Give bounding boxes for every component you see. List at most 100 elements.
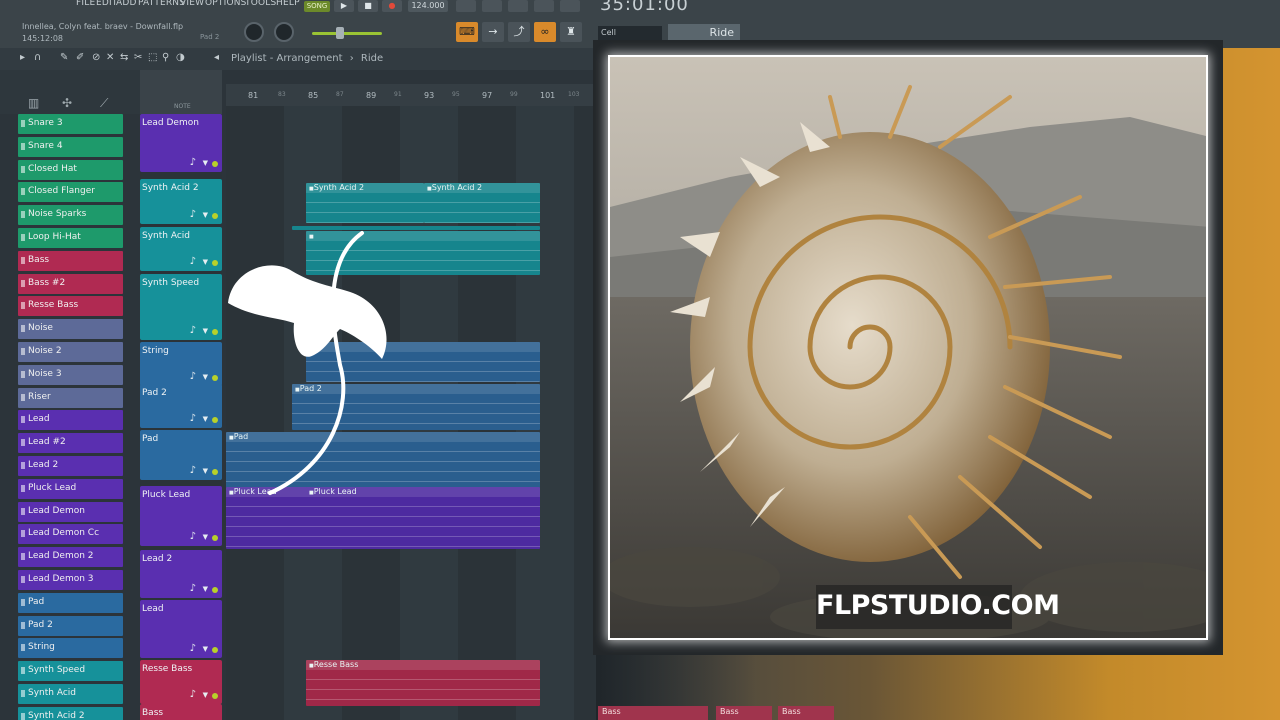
playback-icon[interactable]: ◑: [176, 52, 185, 63]
channel-synth-speed[interactable]: Synth Speed: [18, 661, 123, 682]
channel-bass[interactable]: Bass: [18, 250, 123, 271]
chevron-down-icon[interactable]: ▼: [203, 415, 208, 423]
master-volume-slider[interactable]: [312, 32, 382, 35]
slip-icon[interactable]: ⇆: [120, 52, 128, 63]
channel-lead-demon-3[interactable]: Lead Demon 3: [18, 570, 123, 590]
master-volume-thumb[interactable]: [336, 27, 344, 39]
channel-lead-demon[interactable]: Lead Demon: [18, 501, 123, 522]
chevron-down-icon[interactable]: ▼: [203, 258, 208, 266]
magnet-icon[interactable]: ∩: [34, 52, 41, 63]
channel-snare-4[interactable]: Snare 4: [18, 136, 123, 157]
stop-button[interactable]: ■: [358, 0, 378, 12]
playlist-options-icon[interactable]: ▸: [20, 52, 25, 63]
menu-patterns[interactable]: PATTERNS: [138, 0, 185, 8]
chevron-down-icon[interactable]: ▼: [203, 467, 208, 475]
note-icon[interactable]: ♪: [190, 413, 196, 424]
select-icon[interactable]: ⬚: [148, 52, 157, 63]
menu-view[interactable]: VIEW: [180, 0, 204, 8]
menu-file[interactable]: FILE: [76, 0, 95, 8]
chevron-down-icon[interactable]: ▼: [203, 533, 208, 541]
arrow-right-icon[interactable]: →: [482, 22, 504, 42]
track-enable-led[interactable]: [212, 647, 218, 653]
automation-icon[interactable]: ⟋: [100, 96, 108, 111]
waveform-icon[interactable]: ✣: [62, 96, 72, 110]
note-icon[interactable]: ♪: [190, 689, 196, 700]
note-icon[interactable]: ♪: [190, 465, 196, 476]
channel-lead-2[interactable]: Lead 2: [18, 456, 123, 476]
step-edit-button[interactable]: [482, 0, 502, 12]
chevron-down-icon[interactable]: ▼: [203, 211, 208, 219]
pattern-clip[interactable]: Resse Bass: [306, 660, 540, 706]
hat-icon[interactable]: ♜: [560, 22, 582, 42]
tempo-display[interactable]: 124.000: [408, 0, 448, 12]
channel-lead[interactable]: Lead: [18, 410, 123, 431]
delete-icon[interactable]: ⊘: [92, 52, 100, 63]
breadcrumb-current[interactable]: Ride: [361, 53, 383, 64]
track-header-synth-speed[interactable]: Synth Speed ♪ ▼: [140, 274, 222, 340]
channel-snare-3[interactable]: Snare 3: [18, 114, 123, 134]
channel-noise-3[interactable]: Noise 3: [18, 364, 123, 385]
metronome-button[interactable]: [508, 0, 528, 12]
menu-tools[interactable]: TOOLS: [245, 0, 276, 8]
channel-pad[interactable]: Pad: [18, 592, 123, 613]
track-enable-led[interactable]: [212, 535, 218, 541]
timeline-ruler[interactable]: 81 83 85 87 89 91 93 95 97 99 101 103: [226, 84, 596, 106]
master-volume-knob[interactable]: [244, 22, 264, 42]
track-enable-led[interactable]: [212, 329, 218, 335]
track-enable-led[interactable]: [212, 375, 218, 381]
paint-icon[interactable]: ✐: [76, 52, 84, 63]
menu-edit[interactable]: EDIT: [96, 0, 118, 8]
play-button[interactable]: ▶: [334, 0, 354, 12]
countdown-button[interactable]: [534, 0, 554, 12]
chevron-down-icon[interactable]: ▼: [203, 585, 208, 593]
track-header-string[interactable]: String ♪ ▼: [140, 342, 222, 386]
pattern-clip[interactable]: Synth Acid 2: [306, 183, 424, 223]
track-enable-led[interactable]: [212, 260, 218, 266]
snap-selector[interactable]: Cell: [598, 26, 662, 40]
slice-icon[interactable]: ✂: [134, 52, 142, 63]
channel-closed-flanger[interactable]: Closed Flanger: [18, 182, 123, 203]
link-icon[interactable]: ∞: [534, 22, 556, 42]
record-button[interactable]: ●: [382, 0, 402, 12]
zoom-icon[interactable]: ⚲: [162, 52, 169, 63]
piano-icon[interactable]: ▥: [28, 96, 39, 110]
track-enable-led[interactable]: [212, 161, 218, 167]
tempo-tools-button[interactable]: [456, 0, 476, 12]
note-icon[interactable]: ♪: [190, 371, 196, 382]
track-header-pluck-lead[interactable]: Pluck Lead ♪ ▼: [140, 486, 222, 546]
chevron-down-icon[interactable]: ▼: [203, 373, 208, 381]
channel-riser[interactable]: Riser: [18, 387, 123, 408]
channel-noise-2[interactable]: Noise 2: [18, 342, 123, 362]
speaker-icon[interactable]: ◂: [214, 52, 219, 63]
menu-add[interactable]: ADD: [116, 0, 137, 8]
channel-pad-2[interactable]: Pad 2: [18, 615, 123, 636]
note-icon[interactable]: ♪: [190, 157, 196, 168]
track-enable-led[interactable]: [212, 693, 218, 699]
breadcrumb-playlist[interactable]: Playlist - Arrangement: [231, 53, 343, 64]
track-header-bass[interactable]: Bass: [140, 704, 222, 720]
note-icon[interactable]: ♪: [190, 256, 196, 267]
channel-bass-2[interactable]: Bass #2: [18, 273, 123, 294]
channel-closed-hat[interactable]: Closed Hat: [18, 159, 123, 180]
channel-string[interactable]: String: [18, 638, 123, 659]
note-icon[interactable]: ♪: [190, 325, 196, 336]
channel-resse-bass[interactable]: Resse Bass: [18, 296, 123, 317]
pattern-clip[interactable]: Synth Acid 2: [424, 183, 540, 223]
track-enable-led[interactable]: [212, 213, 218, 219]
menu-help[interactable]: HELP: [276, 0, 300, 8]
chevron-down-icon[interactable]: ▼: [203, 645, 208, 653]
track-header-synth-acid-2[interactable]: Synth Acid 2 ♪ ▼: [140, 179, 222, 224]
chevron-down-icon[interactable]: ▼: [203, 159, 208, 167]
typing-keyboard-icon[interactable]: ⌨: [456, 22, 478, 42]
master-pitch-knob[interactable]: [274, 22, 294, 42]
note-icon[interactable]: ♪: [190, 583, 196, 594]
track-enable-led[interactable]: [212, 587, 218, 593]
menu-options[interactable]: OPTIONS: [205, 0, 247, 8]
track-header-lead-2[interactable]: Lead 2 ♪ ▼: [140, 550, 222, 598]
track-enable-led[interactable]: [212, 469, 218, 475]
note-icon[interactable]: ♪: [190, 643, 196, 654]
chevron-down-icon[interactable]: ▼: [203, 327, 208, 335]
channel-loop-hi-hat[interactable]: Loop Hi-Hat: [18, 228, 123, 248]
channel-noise[interactable]: Noise: [18, 319, 123, 340]
mute-icon[interactable]: ✕: [106, 52, 114, 63]
